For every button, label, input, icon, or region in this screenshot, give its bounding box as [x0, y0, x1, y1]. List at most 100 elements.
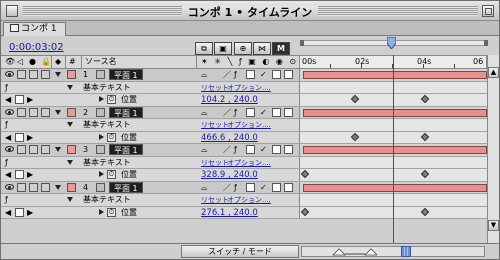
work-area-start-handle[interactable]: [300, 40, 304, 46]
property-expand-triangle-icon[interactable]: [67, 159, 73, 165]
quality-switch-icon[interactable]: ／: [223, 108, 231, 118]
audio-switch[interactable]: [17, 182, 26, 192]
options-link[interactable]: オプション....: [227, 119, 271, 131]
layer-name[interactable]: 平面 1: [109, 106, 143, 118]
switch-checkbox[interactable]: [246, 145, 255, 154]
effect-switch-icon[interactable]: ƒ: [234, 183, 237, 193]
visibility-eye-icon[interactable]: [5, 146, 14, 152]
switch-checkbox[interactable]: [246, 70, 255, 79]
solo-switch[interactable]: [29, 182, 38, 192]
keyframe-diamond[interactable]: [300, 169, 310, 179]
adjustment-check-icon[interactable]: ✓: [260, 108, 267, 118]
position-expand-triangle-icon[interactable]: [99, 133, 104, 140]
effect-switch-icon[interactable]: ƒ: [234, 108, 237, 118]
visibility-eye-icon[interactable]: [5, 108, 14, 115]
next-keyframe-icon[interactable]: ▶: [27, 95, 33, 105]
property-group-row[interactable]: ƒ 基本テキスト リセット オプション....: [1, 156, 499, 169]
adjustment-check-icon[interactable]: ✓: [260, 70, 267, 80]
lock-switch[interactable]: [41, 70, 50, 79]
tab-comp1[interactable]: コンポ 1: [3, 22, 66, 36]
quality-switch-icon[interactable]: ／: [223, 70, 231, 80]
options-link[interactable]: オプション....: [227, 82, 271, 94]
stopwatch-icon[interactable]: ⏱: [107, 170, 116, 179]
position-expand-triangle-icon[interactable]: [99, 208, 104, 215]
shy-switch-icon[interactable]: ⌓: [201, 108, 207, 118]
comp-flowchart-button[interactable]: ⧉: [195, 42, 213, 55]
horizontal-scroll-thumb[interactable]: [401, 246, 411, 257]
effect-fx-icon[interactable]: ƒ: [5, 120, 8, 130]
effect-fx-icon[interactable]: ƒ: [5, 83, 8, 93]
layer-name[interactable]: 平面 1: [109, 69, 143, 80]
horizontal-scrollbar[interactable]: [301, 246, 485, 257]
shy-layers-button[interactable]: ⊕: [234, 42, 252, 55]
adjustment-check-icon[interactable]: ✓: [260, 183, 267, 193]
position-value[interactable]: 328.9 , 240.0: [201, 169, 258, 181]
property-expand-triangle-icon[interactable]: [67, 84, 73, 90]
position-value[interactable]: 466.6 , 240.0: [201, 132, 258, 144]
current-time-indicator-head-icon[interactable]: [387, 37, 396, 49]
shy-switch-icon[interactable]: ⌓: [201, 145, 207, 155]
solo-switch[interactable]: [29, 145, 38, 154]
quality-switch-icon[interactable]: ／: [223, 183, 231, 193]
layer-expand-triangle-icon[interactable]: [55, 184, 61, 190]
visibility-eye-icon[interactable]: [5, 71, 14, 77]
reset-link[interactable]: リセット: [201, 119, 229, 131]
switch-checkbox-3[interactable]: [284, 145, 293, 154]
switch-checkbox[interactable]: [246, 182, 255, 192]
switch-checkbox-3[interactable]: [284, 182, 293, 192]
next-keyframe-icon[interactable]: ▶: [27, 208, 33, 218]
layer-expand-triangle-icon[interactable]: [55, 147, 61, 152]
lock-switch[interactable]: [41, 145, 50, 154]
keyframe-diamond[interactable]: [420, 207, 430, 216]
stopwatch-icon[interactable]: ⏱: [107, 132, 116, 142]
column-source-name[interactable]: ソース名: [85, 56, 117, 68]
title-bar[interactable]: コンポ 1 • タイムライン: [1, 1, 499, 21]
property-value-row[interactable]: ◀ ▶ ⏱ 位置 328.9 , 240.0: [1, 169, 499, 182]
add-keyframe-checkbox[interactable]: [15, 132, 24, 142]
effect-switch-icon[interactable]: ƒ: [234, 70, 237, 80]
lock-switch[interactable]: [41, 107, 50, 117]
layer-label-color[interactable]: [67, 145, 76, 154]
layer-name[interactable]: 平面 1: [109, 144, 143, 155]
position-value[interactable]: 104.2 , 240.0: [201, 94, 258, 106]
property-expand-triangle-icon[interactable]: [67, 122, 73, 127]
layer-row[interactable]: 3 平面 1 ⌓ ／ ƒ ✓: [1, 144, 499, 157]
add-keyframe-checkbox[interactable]: [15, 207, 24, 217]
property-value-row[interactable]: ◀ ▶ ⏱ 位置 104.2 , 240.0: [1, 94, 499, 107]
frame-blending-button[interactable]: ⋈: [253, 42, 271, 55]
solo-switch[interactable]: [29, 107, 38, 117]
keyframe-diamond[interactable]: [420, 132, 430, 141]
effect-switch-icon[interactable]: ƒ: [234, 145, 237, 155]
layer-row[interactable]: 2 平面 1 ⌓ ／ ƒ ✓: [1, 106, 499, 119]
quality-switch-icon[interactable]: ／: [223, 145, 231, 155]
switch-checkbox-3[interactable]: [284, 70, 293, 79]
time-zoom-slider[interactable]: [331, 246, 377, 257]
property-group-row[interactable]: ƒ 基本テキスト リセット オプション....: [1, 81, 499, 94]
lock-switch[interactable]: [41, 182, 50, 192]
property-group-row[interactable]: ƒ 基本テキスト リセット オプション....: [1, 119, 499, 132]
stopwatch-icon[interactable]: ⏱: [107, 207, 116, 217]
options-link[interactable]: オプション....: [227, 194, 271, 206]
audio-switch[interactable]: [17, 107, 26, 117]
switch-mode-toggle[interactable]: スイッチ / モード: [181, 245, 299, 258]
visibility-eye-icon[interactable]: [5, 183, 14, 190]
keyframe-diamond[interactable]: [420, 169, 430, 179]
prev-keyframe-icon[interactable]: ◀: [5, 133, 11, 143]
effect-fx-icon[interactable]: ƒ: [5, 158, 8, 168]
zoom-box-icon[interactable]: [482, 5, 494, 17]
layer-row[interactable]: 1 平面 1 ⌓ ／ ƒ ✓: [1, 69, 499, 82]
prev-keyframe-icon[interactable]: ◀: [5, 208, 11, 218]
adjustment-check-icon[interactable]: ✓: [260, 145, 267, 155]
position-expand-triangle-icon[interactable]: [99, 171, 104, 177]
layer-duration-bar[interactable]: [303, 71, 487, 79]
next-keyframe-icon[interactable]: ▶: [27, 170, 33, 180]
property-expand-triangle-icon[interactable]: [67, 197, 73, 202]
switch-checkbox-2[interactable]: [272, 107, 281, 117]
switch-checkbox-2[interactable]: [272, 70, 281, 79]
effect-fx-icon[interactable]: ƒ: [5, 195, 8, 205]
position-value[interactable]: 276.1 , 240.0: [201, 207, 258, 219]
layer-duration-bar[interactable]: [303, 183, 487, 192]
switch-checkbox-3[interactable]: [284, 107, 293, 117]
property-value-row[interactable]: ◀ ▶ ⏱ 位置 466.6 , 240.0: [1, 131, 499, 144]
reset-link[interactable]: リセット: [201, 157, 229, 169]
